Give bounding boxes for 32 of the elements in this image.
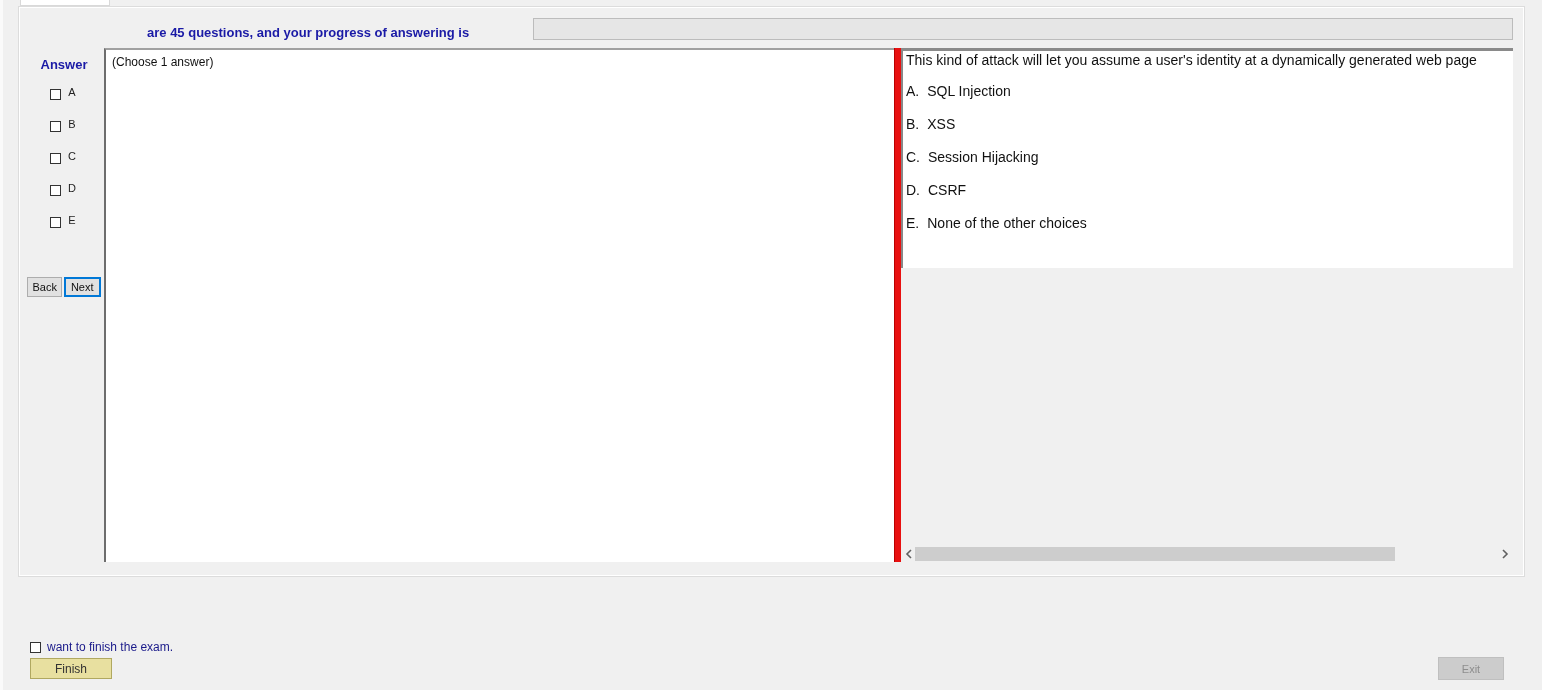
option-label: D	[68, 182, 76, 194]
checkbox[interactable]	[50, 88, 62, 100]
checkbox[interactable]	[50, 184, 61, 196]
checkbox[interactable]	[30, 641, 41, 653]
choice-text: XSS	[927, 116, 956, 134]
nav-button[interactable]: Next	[63, 277, 101, 297]
choice-letter: B.	[906, 116, 920, 134]
option-label: E	[68, 214, 76, 226]
scroll-left-icon[interactable]	[903, 549, 915, 559]
option-label: C	[68, 150, 76, 162]
choice-text: CSRF	[928, 182, 967, 200]
choice-letter: D.	[906, 182, 920, 200]
checkbox[interactable]	[50, 120, 62, 132]
nav-button[interactable]: Back	[27, 277, 62, 297]
finish-button[interactable]: Finish	[30, 658, 112, 679]
instruction-text: (Choose 1 answer)	[112, 55, 215, 69]
question-text: This kind of attack will let you assume a user's identity at a dynamically generated web page	[906, 52, 1478, 68]
choice-letter: C.	[906, 149, 920, 167]
choice-text: Session Hijacking	[928, 149, 1039, 167]
choice-text: SQL Injection	[927, 83, 1011, 101]
checkbox[interactable]	[50, 216, 62, 228]
answer-label: Answer	[40, 57, 88, 72]
choice-letter: E.	[906, 215, 920, 233]
checkbox[interactable]	[50, 152, 61, 164]
option-label: A	[68, 86, 76, 98]
scroll-thumb[interactable]	[915, 547, 1395, 561]
choice-letter: A.	[906, 83, 920, 101]
scroll-right-icon[interactable]	[1499, 549, 1511, 559]
option-label: B	[68, 118, 76, 130]
choice-text: None of the other choices	[927, 215, 1087, 233]
question-count-text: are 45 questions, and your progress of answering is	[147, 24, 470, 40]
finish-label: want to finish the exam.	[47, 640, 174, 654]
